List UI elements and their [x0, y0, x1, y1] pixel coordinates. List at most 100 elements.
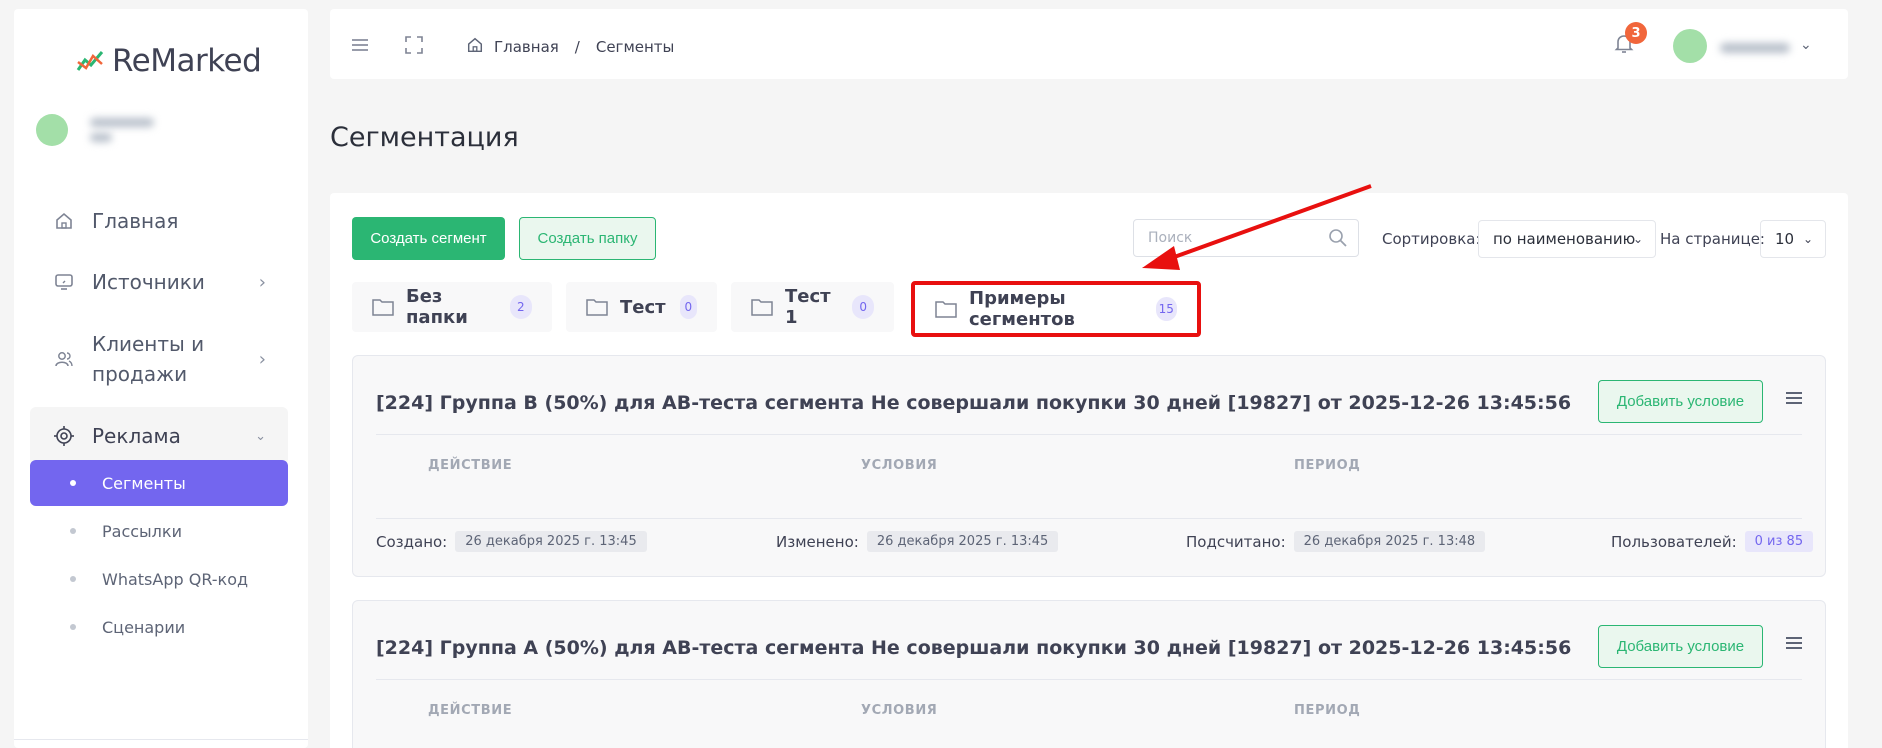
column-header-conditions: УСЛОВИЯ — [861, 703, 938, 718]
hamburger-menu-icon[interactable] — [1785, 390, 1803, 409]
folder-tab-segment-examples[interactable]: Примеры сегментов 15 — [911, 281, 1201, 337]
page-title: Сегментация — [330, 122, 519, 153]
create-folder-button[interactable]: Создать папку — [519, 217, 656, 260]
counted-label: Подсчитано: — [1186, 532, 1286, 551]
segment-card: [224] Группа B (50%) для AB-теста сегмен… — [352, 355, 1826, 577]
folder-tab-test[interactable]: Тест 0 — [566, 282, 717, 332]
sidebar-item-label-line2: продажи — [92, 362, 188, 386]
bullet-icon — [70, 528, 76, 534]
sidebar-item-advertising[interactable]: Реклама ⌄ — [30, 407, 288, 465]
monitor-icon — [50, 268, 78, 296]
sidebar-item-label-line1: Клиенты и — [92, 332, 205, 356]
create-segment-button[interactable]: Создать сегмент — [352, 217, 505, 260]
chevron-down-icon: ⌄ — [1802, 232, 1813, 246]
sidebar-subitem-label: Рассылки — [102, 521, 182, 541]
column-header-action: ДЕЙСТВИЕ — [428, 458, 513, 473]
modified-meta: Изменено: 26 декабря 2025 г. 13:45 — [776, 531, 1059, 552]
breadcrumb-separator: / — [574, 38, 580, 56]
chevron-down-icon: ⌄ — [255, 428, 266, 444]
hamburger-menu-icon[interactable] — [1785, 635, 1803, 654]
add-condition-button[interactable]: Добавить условие — [1598, 625, 1763, 668]
users-label: Пользователей: — [1611, 532, 1737, 551]
avatar — [36, 114, 68, 146]
divider — [376, 434, 1802, 435]
sidebar-subitem-segments[interactable]: Сегменты — [30, 460, 288, 506]
sidebar-item-label: Главная — [92, 209, 179, 233]
folder-count-badge: 0 — [679, 295, 697, 319]
sort-label: Сортировка: — [1382, 230, 1481, 248]
column-header-period: ПЕРИОД — [1294, 458, 1361, 473]
sidebar-profile[interactable] — [36, 114, 154, 146]
chevron-down-icon[interactable]: ⌄ — [1800, 37, 1812, 53]
fullscreen-icon[interactable] — [402, 33, 426, 57]
divider — [376, 679, 1802, 680]
folder-tab-label: Без папки — [406, 286, 468, 328]
folder-count-badge: 15 — [1155, 297, 1177, 321]
sidebar-subitem-whatsapp[interactable]: WhatsApp QR-код — [30, 556, 288, 602]
column-header-period: ПЕРИОД — [1294, 703, 1361, 718]
sidebar-divider — [14, 739, 308, 740]
chevron-down-icon: ⌄ — [1632, 232, 1643, 246]
column-header-action: ДЕЙСТВИЕ — [428, 703, 513, 718]
modified-value: 26 декабря 2025 г. 13:45 — [866, 531, 1059, 552]
folder-tab-no-folder[interactable]: Без папки 2 — [352, 282, 552, 332]
sidebar-subitem-label: WhatsApp QR-код — [102, 569, 249, 589]
breadcrumb-home[interactable]: Главная — [494, 38, 559, 56]
search-input[interactable]: Поиск — [1133, 219, 1359, 257]
segment-card: [224] Группа A (50%) для AB-теста сегмен… — [352, 600, 1826, 748]
sidebar: ReMarked Главная Источники › Клиенты и п… — [14, 9, 308, 748]
sidebar-item-sources[interactable]: Источники › — [30, 259, 288, 305]
sidebar-item-home[interactable]: Главная — [30, 198, 288, 244]
created-value: 26 декабря 2025 г. 13:45 — [455, 531, 647, 552]
users-meta: Пользователей: 0 из 85 — [1611, 531, 1814, 552]
counted-value: 26 декабря 2025 г. 13:48 — [1293, 531, 1486, 552]
chevron-right-icon: › — [258, 348, 266, 370]
breadcrumb: Главная / Сегменты — [466, 36, 674, 58]
segment-title[interactable]: [224] Группа A (50%) для AB-теста сегмен… — [376, 637, 1571, 659]
chevron-right-icon: › — [258, 271, 266, 293]
home-icon[interactable] — [466, 36, 484, 58]
sort-select[interactable]: по наименованию ⌄ — [1478, 220, 1656, 258]
bullet-icon — [70, 624, 76, 630]
breadcrumb-current: Сегменты — [595, 38, 675, 56]
bullet-icon — [70, 480, 76, 486]
home-icon — [50, 207, 78, 235]
sidebar-item-clients[interactable]: Клиенты и продажи › — [30, 327, 288, 391]
menu-toggle-icon[interactable] — [348, 33, 372, 57]
blurred-username — [90, 118, 154, 142]
segments-card: Создать сегмент Создать папку Поиск Сорт… — [330, 193, 1848, 748]
sidebar-subitem-label: Сегменты — [102, 473, 186, 493]
folder-count-badge: 2 — [509, 295, 532, 319]
per-page-label: На странице: — [1660, 230, 1765, 248]
created-label: Создано: — [376, 532, 448, 551]
sidebar-item-label: Реклама — [92, 424, 181, 448]
folder-icon — [935, 300, 957, 318]
folder-tab-test-1[interactable]: Тест 1 0 — [731, 282, 894, 332]
target-icon — [50, 422, 78, 450]
search-placeholder: Поиск — [1148, 230, 1193, 246]
search-icon[interactable] — [1328, 228, 1348, 252]
users-value: 0 из 85 — [1744, 531, 1814, 552]
sidebar-subitem-label: Сценарии — [102, 617, 186, 637]
folder-icon — [586, 298, 608, 316]
per-page-select[interactable]: 10 ⌄ — [1760, 220, 1826, 258]
column-header-conditions: УСЛОВИЯ — [861, 458, 938, 473]
segment-title[interactable]: [224] Группа B (50%) для AB-теста сегмен… — [376, 392, 1571, 414]
add-condition-button[interactable]: Добавить условие — [1598, 380, 1763, 423]
divider — [376, 518, 1802, 519]
logo[interactable]: ReMarked — [76, 43, 262, 79]
user-avatar[interactable] — [1673, 29, 1707, 63]
users-icon — [50, 345, 78, 373]
sidebar-item-label: Источники — [92, 270, 205, 294]
modified-label: Изменено: — [776, 532, 859, 551]
blurred-username — [1720, 43, 1790, 53]
sidebar-subitem-mailings[interactable]: Рассылки — [30, 508, 288, 554]
folder-tab-label: Тест — [620, 296, 666, 318]
counted-meta: Подсчитано: 26 декабря 2025 г. 13:48 — [1186, 531, 1486, 552]
per-page-value: 10 — [1775, 230, 1795, 248]
top-header: Главная / Сегменты 3 ⌄ — [330, 9, 1848, 79]
sort-value: по наименованию — [1493, 230, 1636, 248]
created-meta: Создано: 26 декабря 2025 г. 13:45 — [376, 531, 647, 552]
sidebar-subitem-scenarios[interactable]: Сценарии — [30, 604, 288, 650]
folder-icon — [372, 298, 394, 316]
